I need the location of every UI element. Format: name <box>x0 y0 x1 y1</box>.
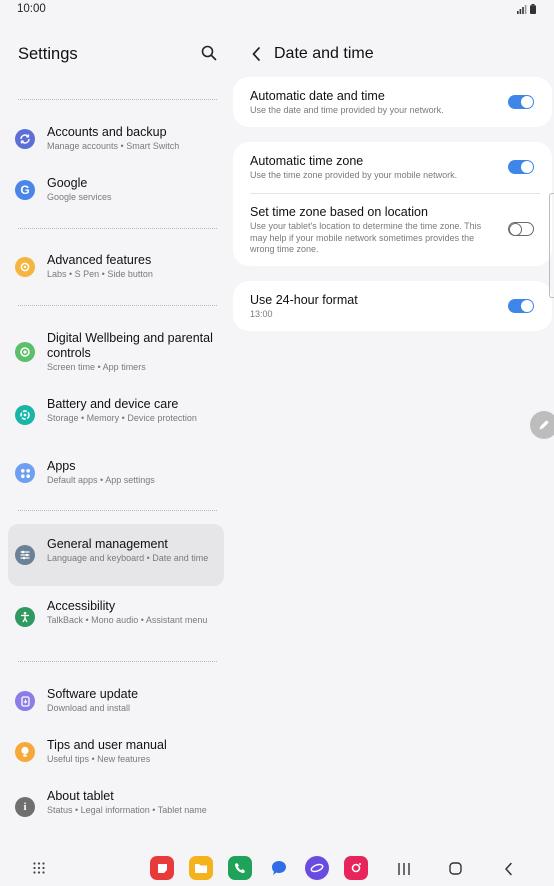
setting-24-hour[interactable]: Use 24-hour format 13:00 <box>250 293 540 321</box>
apps-icon <box>15 463 35 483</box>
status-icons <box>517 4 536 14</box>
item-label: Apps <box>47 459 76 473</box>
item-subtitle: Storage • Memory • Device protection <box>47 413 197 423</box>
toggle-knob <box>521 161 533 173</box>
back-arrow-icon[interactable] <box>251 46 263 62</box>
card-auto-datetime: Automatic date and time Use the date and… <box>233 77 552 127</box>
item-label: Accessibility <box>47 599 116 613</box>
home-icon[interactable] <box>449 862 462 875</box>
sliders-icon <box>15 545 35 565</box>
accessibility-icon <box>15 607 35 627</box>
toggle-knob <box>509 223 522 236</box>
item-subtitle: Status • Legal information • Tablet name <box>47 805 207 815</box>
settings-item-digital-wellbeing[interactable]: Digital Wellbeing and parental controls … <box>8 326 224 382</box>
setting-label: Use 24-hour format <box>250 293 358 307</box>
update-icon <box>15 691 35 711</box>
phone-app-icon[interactable] <box>228 856 252 880</box>
settings-item-advanced-features[interactable]: Advanced features Labs • S Pen • Side bu… <box>8 248 224 288</box>
settings-item-accounts-backup[interactable]: Accounts and backup Manage accounts • Sm… <box>8 120 224 160</box>
settings-title: Settings <box>18 45 78 63</box>
setting-description: 13:00 <box>250 309 273 319</box>
hour24-toggle[interactable] <box>508 299 534 313</box>
setting-description: Use your tablet's location to determine … <box>250 221 482 254</box>
status-time: 10:00 <box>17 3 46 15</box>
toggle-knob <box>521 96 533 108</box>
item-label: Software update <box>47 687 139 701</box>
card-time-zone: Automatic time zone Use the time zone pr… <box>233 142 552 266</box>
row-separator <box>250 193 540 194</box>
edit-button[interactable] <box>530 411 554 439</box>
status-bar: 10:00 <box>0 0 554 20</box>
item-subtitle: Labs • S Pen • Side button <box>47 269 153 279</box>
settings-item-apps[interactable]: Apps Default apps • App settings <box>8 454 224 494</box>
setting-timezone-location[interactable]: Set time zone based on location Use your… <box>250 205 540 256</box>
signal-icon <box>517 5 527 14</box>
settings-item-tips-user-manual[interactable]: Tips and user manual Useful tips • New f… <box>8 733 224 773</box>
divider <box>18 661 217 662</box>
auto-datetime-toggle[interactable] <box>508 95 534 109</box>
my-files-app-icon[interactable] <box>189 856 213 880</box>
item-subtitle: Useful tips • New features <box>47 754 151 764</box>
bulb-icon <box>15 742 35 762</box>
setting-description: Use the date and time provided by your n… <box>250 105 444 115</box>
setting-description: Use the time zone provided by your mobil… <box>250 170 458 180</box>
item-subtitle: Language and keyboard • Date and time <box>47 553 209 563</box>
item-subtitle: Google services <box>47 192 112 202</box>
divider <box>18 228 217 229</box>
toggle-knob <box>521 300 533 312</box>
sync-icon <box>15 129 35 149</box>
settings-item-accessibility[interactable]: Accessibility TalkBack • Mono audio • As… <box>8 594 224 644</box>
divider <box>18 305 217 306</box>
item-subtitle: Download and install <box>47 703 131 713</box>
settings-item-about-tablet[interactable]: i About tablet Status • Legal informatio… <box>8 784 224 834</box>
search-icon[interactable] <box>200 44 218 62</box>
gear-plus-icon <box>15 257 35 277</box>
scrollbar[interactable] <box>549 193 554 298</box>
item-subtitle: Manage accounts • Smart Switch <box>47 141 180 151</box>
back-icon[interactable] <box>504 862 513 876</box>
settings-item-software-update[interactable]: Software update Download and install <box>8 682 224 722</box>
camera-app-icon[interactable] <box>344 856 368 880</box>
item-label: Battery and device care <box>47 397 179 411</box>
item-label: About tablet <box>47 789 114 803</box>
notes-app-icon[interactable] <box>150 856 174 880</box>
divider <box>18 510 217 511</box>
divider <box>18 99 217 100</box>
device-care-icon <box>15 405 35 425</box>
auto-timezone-toggle[interactable] <box>508 160 534 174</box>
app-drawer-icon[interactable] <box>33 862 45 874</box>
item-label: General management <box>47 537 168 551</box>
pencil-icon <box>539 420 549 430</box>
internet-app-icon[interactable] <box>305 856 329 880</box>
info-icon: i <box>15 797 35 817</box>
messages-app-icon[interactable] <box>267 856 291 880</box>
battery-icon <box>530 4 536 14</box>
recent-apps-icon[interactable] <box>397 862 411 876</box>
settings-item-google[interactable]: G Google Google services <box>8 171 224 211</box>
item-subtitle: TalkBack • Mono audio • Assistant menu <box>47 615 208 625</box>
timezone-location-toggle[interactable] <box>508 222 534 236</box>
settings-item-general-management[interactable]: General management Language and keyboard… <box>8 524 224 586</box>
settings-item-battery-device-care[interactable]: Battery and device care Storage • Memory… <box>8 392 224 442</box>
page-title: Date and time <box>274 45 374 62</box>
item-subtitle: Default apps • App settings <box>47 475 155 485</box>
taskbar <box>0 852 554 886</box>
item-subtitle: Screen time • App timers <box>47 362 146 372</box>
setting-label: Automatic date and time <box>250 89 385 103</box>
item-label: Advanced features <box>47 253 152 267</box>
card-24-hour: Use 24-hour format 13:00 <box>233 281 552 331</box>
setting-label: Automatic time zone <box>250 154 364 168</box>
setting-auto-datetime[interactable]: Automatic date and time Use the date and… <box>250 89 540 117</box>
wellbeing-icon <box>15 342 35 362</box>
google-icon: G <box>15 180 35 200</box>
settings-panel: Settings Accounts and backup Manage acco… <box>0 20 232 850</box>
item-label: Digital Wellbeing and parental controls <box>47 331 213 360</box>
setting-label: Set time zone based on location <box>250 205 428 219</box>
item-label: Accounts and backup <box>47 125 167 139</box>
setting-auto-timezone[interactable]: Automatic time zone Use the time zone pr… <box>250 154 540 182</box>
item-label: Tips and user manual <box>47 738 167 752</box>
item-label: Google <box>47 176 88 190</box>
